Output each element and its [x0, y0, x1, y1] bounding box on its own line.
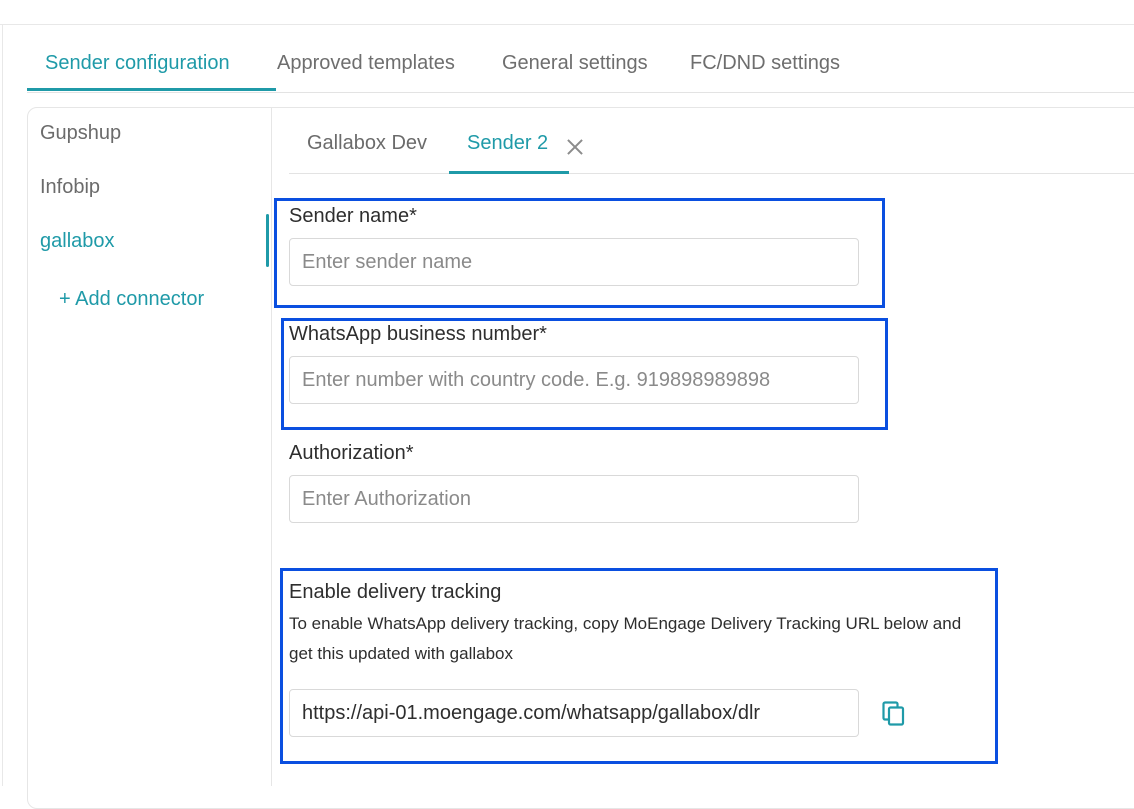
sidebar-item-gupshup[interactable]: Gupshup: [40, 122, 121, 145]
sender-tab-divider: [289, 173, 1134, 174]
whatsapp-number-input[interactable]: [289, 356, 859, 404]
tab-fc-dnd-settings[interactable]: FC/DND settings: [690, 40, 840, 90]
delivery-tracking-description: To enable WhatsApp delivery tracking, co…: [289, 614, 962, 663]
delivery-tracking-url-field[interactable]: [289, 689, 859, 737]
tab-sender-gallabox-dev[interactable]: Gallabox Dev: [307, 132, 427, 155]
top-divider: [0, 24, 1134, 25]
active-sender-tab-underline: [449, 171, 569, 174]
sidebar-item-gallabox[interactable]: gallabox: [40, 230, 115, 253]
active-connector-indicator: [266, 214, 269, 267]
sidebar-divider: [271, 108, 272, 786]
copy-icon[interactable]: [882, 701, 906, 727]
tab-approved-templates[interactable]: Approved templates: [277, 40, 455, 90]
main-tab-bar: Sender configuration Approved templates …: [27, 40, 1134, 93]
close-tab-icon[interactable]: [565, 137, 585, 157]
add-connector-button[interactable]: + Add connector: [59, 288, 204, 311]
whatsapp-number-label: WhatsApp business number*: [289, 323, 547, 345]
tab-sender-configuration[interactable]: Sender configuration: [27, 40, 276, 91]
authorization-label: Authorization*: [289, 442, 414, 464]
tab-general-settings[interactable]: General settings: [502, 40, 648, 90]
left-divider: [2, 25, 3, 786]
sidebar-item-infobip[interactable]: Infobip: [40, 176, 100, 199]
delivery-tracking-title: Enable delivery tracking: [289, 581, 502, 603]
sender-name-input[interactable]: [289, 238, 859, 286]
authorization-input[interactable]: [289, 475, 859, 523]
sender-name-label: Sender name*: [289, 205, 417, 227]
tab-sender-2[interactable]: Sender 2: [467, 132, 548, 155]
